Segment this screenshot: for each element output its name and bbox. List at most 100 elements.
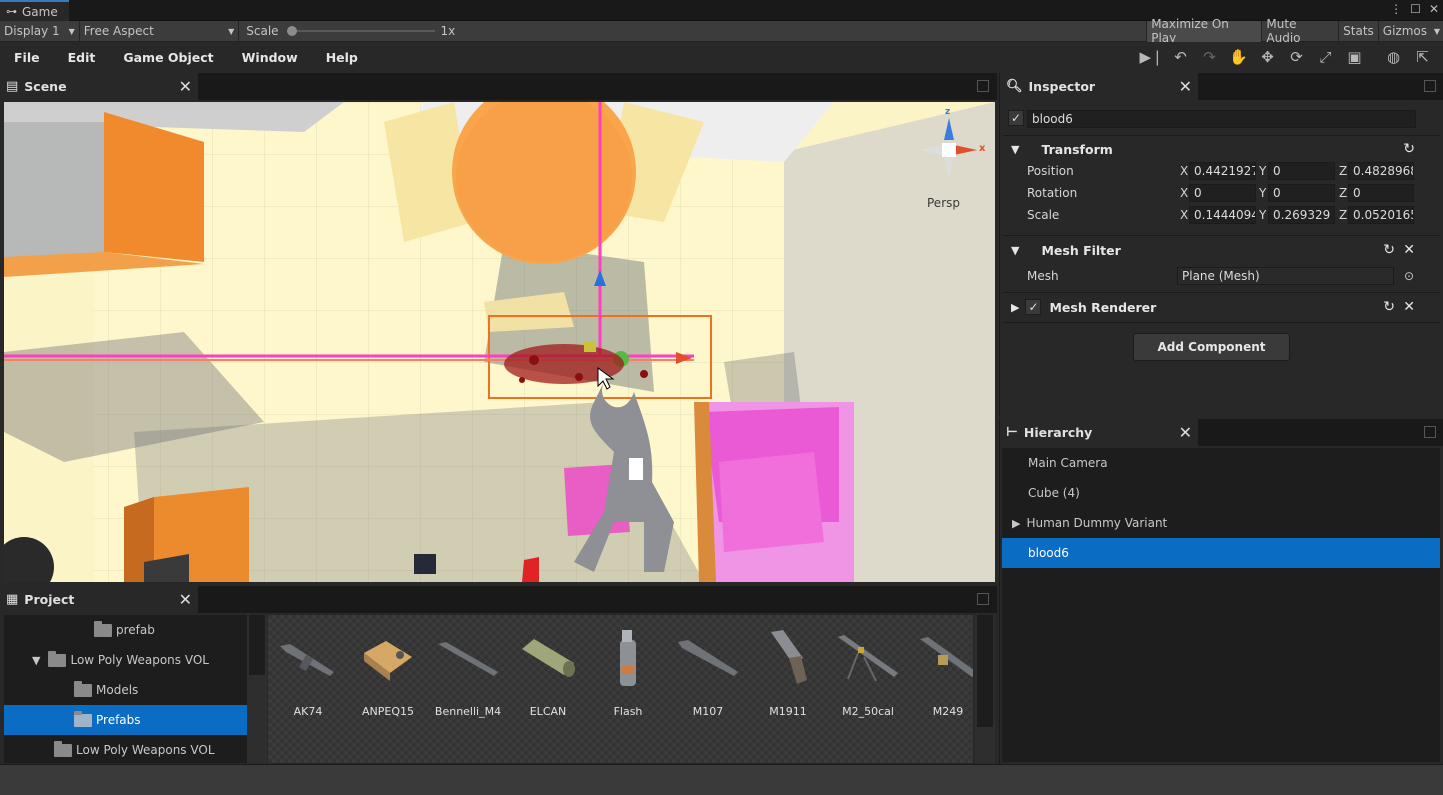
more-options-icon[interactable]: ⋮ <box>1390 2 1402 16</box>
close-tab-icon[interactable]: ✕ <box>179 590 192 609</box>
asset-item[interactable]: M2_50cal <box>828 615 908 763</box>
close-tab-icon[interactable]: ✕ <box>1179 77 1192 96</box>
close-tab-icon[interactable]: ✕ <box>1179 423 1192 442</box>
hierarchy-item-selected[interactable]: blood6 <box>1002 538 1440 568</box>
tree-item-selected[interactable]: Prefabs <box>4 705 247 735</box>
mesh-renderer-enabled-checkbox[interactable]: ✓ <box>1025 299 1042 315</box>
menu-help[interactable]: Help <box>312 50 372 65</box>
stats-toggle[interactable]: Stats <box>1338 20 1378 42</box>
tool-strip: ▶❘ ↶ ↷ ✋ ✥ ⟳ ⤢ ▣ ◍ ⇱ <box>1139 46 1433 68</box>
expanded-arrow-icon[interactable]: ▼ <box>1011 143 1019 156</box>
menu-edit[interactable]: Edit <box>54 50 110 65</box>
object-name-input[interactable]: blood6 <box>1027 110 1416 128</box>
transform-x-input[interactable]: 0 <box>1189 184 1256 202</box>
hand-tool-icon[interactable]: ✋ <box>1228 46 1249 68</box>
maximize-panel-icon[interactable] <box>977 80 989 92</box>
maximize-panel-icon[interactable] <box>1424 426 1436 438</box>
remove-component-icon[interactable]: ✕ <box>1403 242 1415 258</box>
reset-icon[interactable]: ↻ <box>1403 141 1415 157</box>
tab-game[interactable]: ⊶ Game <box>0 0 69 21</box>
tab-scene[interactable]: ▤ Scene ✕ <box>0 73 198 100</box>
object-picker-icon[interactable]: ⊙ <box>1404 269 1414 283</box>
hierarchy-item-label: blood6 <box>1028 546 1069 560</box>
tab-hierarchy[interactable]: ⊢ Hierarchy ✕ <box>1000 419 1198 446</box>
tree-item[interactable]: prefab <box>4 615 247 645</box>
reset-icon[interactable]: ↻ <box>1383 242 1395 258</box>
menu-window[interactable]: Window <box>228 50 312 65</box>
transform-y-input[interactable]: 0 <box>1268 162 1335 180</box>
asset-item[interactable]: M249 <box>908 615 973 763</box>
maximize-window-icon[interactable]: ☐ <box>1410 2 1421 16</box>
move-tool-icon[interactable]: ✥ <box>1257 46 1278 68</box>
display-dropdown[interactable]: Display 1 ▼ <box>0 20 80 42</box>
maximize-panel-icon[interactable] <box>977 593 989 605</box>
mesh-field[interactable]: Plane (Mesh) <box>1177 267 1394 285</box>
pivot-icon[interactable]: ⇱ <box>1412 46 1433 68</box>
dropdown-arrow-icon: ▼ <box>1433 26 1440 36</box>
asset-item[interactable]: M107 <box>668 615 748 763</box>
transform-x-input[interactable]: 0.1444094 <box>1189 206 1256 224</box>
transform-z-input[interactable]: 0.4828968 <box>1348 162 1414 180</box>
mesh-renderer-header[interactable]: ▶ ✓ Mesh Renderer ↻ ✕ <box>1000 292 1443 322</box>
tree-item[interactable]: Low Poly Weapons VOL <box>4 735 247 763</box>
gizmo-x-label: x <box>979 143 986 154</box>
undo-icon[interactable]: ↶ <box>1170 46 1191 68</box>
asset-item[interactable]: Flash <box>588 615 668 763</box>
collapsed-arrow-icon[interactable]: ▶ <box>1012 517 1020 530</box>
scale-value: 1x <box>440 24 456 38</box>
scene-viewport[interactable]: z x Persp <box>4 102 995 582</box>
tree-item[interactable]: ▼ Low Poly Weapons VOL <box>4 645 247 675</box>
remove-component-icon[interactable]: ✕ <box>1403 299 1415 315</box>
hierarchy-item[interactable]: Main Camera <box>1002 448 1440 478</box>
maximize-panel-icon[interactable] <box>1424 80 1436 92</box>
tree-scrollbar[interactable] <box>247 615 267 763</box>
asset-item[interactable]: ANPEQ15 <box>348 615 428 763</box>
asset-label: ANPEQ15 <box>362 705 414 718</box>
menu-game-object[interactable]: Game Object <box>109 50 227 65</box>
persp-label[interactable]: Persp <box>927 196 960 210</box>
rect-tool-icon[interactable]: ▣ <box>1344 46 1365 68</box>
close-window-icon[interactable]: ✕ <box>1429 2 1439 16</box>
asset-item[interactable]: ELCAN <box>508 615 588 763</box>
scale-slider[interactable] <box>286 26 435 36</box>
asset-item[interactable]: AK74 <box>268 615 348 763</box>
add-component-button[interactable]: Add Component <box>1133 333 1290 361</box>
expanded-arrow-icon[interactable]: ▼ <box>1011 244 1019 257</box>
transform-y-input[interactable]: 0.269329 <box>1268 206 1335 224</box>
redo-icon[interactable]: ↷ <box>1199 46 1220 68</box>
asset-scrollbar[interactable] <box>975 615 995 763</box>
expanded-arrow-icon[interactable]: ▼ <box>32 654 40 667</box>
global-icon[interactable]: ◍ <box>1383 46 1404 68</box>
transform-y-input[interactable]: 0 <box>1268 184 1335 202</box>
asset-item[interactable]: Bennelli_M4 <box>428 615 508 763</box>
transform-row-position: Position X 0.4421927 Y 0 Z 0.4828968 <box>1000 160 1443 182</box>
scale-tool-icon[interactable]: ⤢ <box>1315 46 1336 68</box>
scale-slider-knob[interactable] <box>286 26 297 36</box>
transform-z-input[interactable]: 0.05201653 <box>1348 206 1414 224</box>
collapsed-arrow-icon[interactable]: ▶ <box>1011 301 1019 314</box>
close-tab-icon[interactable]: ✕ <box>179 77 192 96</box>
tab-project[interactable]: ▦ Project ✕ <box>0 586 198 613</box>
reset-icon[interactable]: ↻ <box>1383 299 1395 315</box>
asset-label: Flash <box>613 705 643 718</box>
aspect-dropdown[interactable]: Free Aspect ▼ <box>80 20 240 42</box>
hierarchy-icon: ⊢ <box>1006 425 1018 440</box>
hierarchy-item[interactable]: ▶ Human Dummy Variant <box>1002 508 1440 538</box>
maximize-on-play-toggle[interactable]: Maximize On Play <box>1146 17 1262 45</box>
gizmos-dropdown[interactable]: Gizmos ▼ <box>1377 20 1443 42</box>
hierarchy-item[interactable]: Cube (4) <box>1002 478 1440 508</box>
step-play-icon[interactable]: ▶❘ <box>1139 46 1163 68</box>
transform-x-input[interactable]: 0.4421927 <box>1189 162 1256 180</box>
inspector-panel-header: 🔍︎ Inspector ✕ <box>1000 73 1443 100</box>
tree-item[interactable]: Models <box>4 675 247 705</box>
asset-label: M107 <box>692 705 724 718</box>
orientation-gizmo[interactable]: z x Persp <box>909 107 989 220</box>
scene-panel-header: ▤ Scene ✕ <box>0 73 997 100</box>
asset-item[interactable]: M1911 <box>748 615 828 763</box>
transform-z-input[interactable]: 0 <box>1348 184 1414 202</box>
mute-audio-toggle[interactable]: Mute Audio <box>1261 17 1338 45</box>
menu-file[interactable]: File <box>0 50 54 65</box>
active-checkbox[interactable]: ✓ <box>1008 110 1024 126</box>
rotate-tool-icon[interactable]: ⟳ <box>1286 46 1307 68</box>
tab-inspector[interactable]: 🔍︎ Inspector ✕ <box>1000 73 1198 100</box>
